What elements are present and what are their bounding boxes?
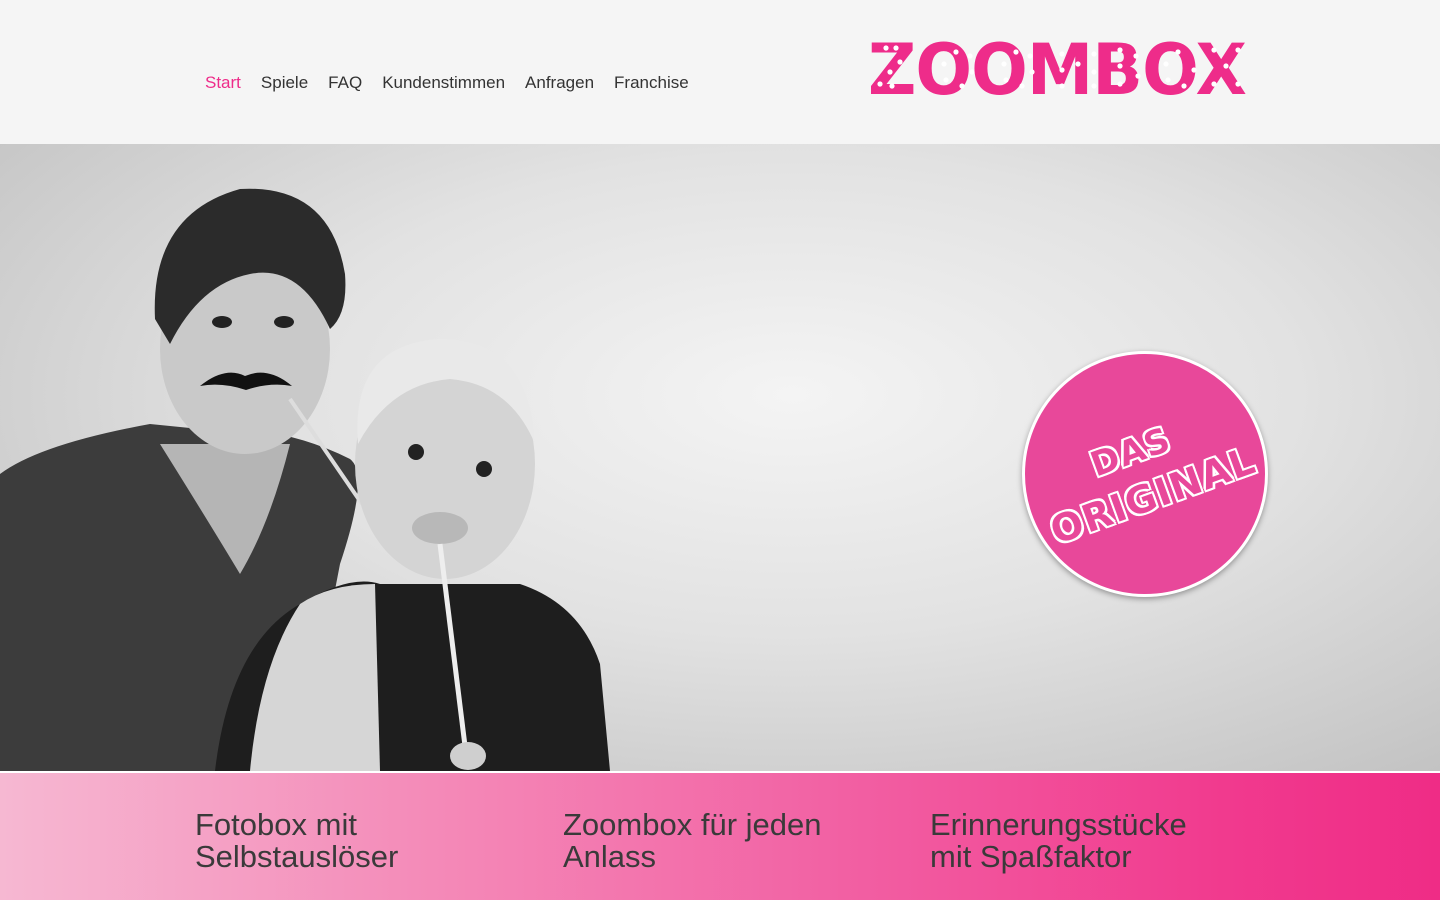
man-eye-left: [212, 316, 232, 328]
woman-hand: [450, 742, 486, 770]
lips-prop: [412, 512, 468, 544]
das-original-badge: DAS ORIGINAL: [1022, 351, 1268, 597]
nav-item-kundenstimmen[interactable]: Kundenstimmen: [382, 72, 505, 94]
hero-photo: DAS ORIGINAL: [0, 144, 1440, 771]
claim-3-line2: mit Spaßfaktor: [930, 839, 1132, 874]
claim-3: Erinnerungsstücke mit Spaßfaktor: [930, 809, 1230, 873]
claim-1: Fotobox mit Selbstauslöser: [195, 809, 495, 873]
claim-2-line2: Anlass: [563, 839, 657, 874]
nav-item-start[interactable]: Start: [205, 72, 241, 94]
claim-2: Zoombox für jeden Anlass: [563, 809, 863, 873]
site-header: Start Spiele FAQ Kundenstimmen Anfragen …: [0, 0, 1440, 144]
logo-text: ZOOMBOX: [868, 34, 1246, 102]
nav-item-franchise[interactable]: Franchise: [614, 72, 689, 94]
claim-1-line2: Selbstauslöser: [195, 839, 399, 874]
zoombox-logo[interactable]: ZOOMBOX: [866, 34, 1248, 102]
claim-3-line1: Erinnerungsstücke: [930, 807, 1187, 842]
nav-item-spiele[interactable]: Spiele: [261, 72, 308, 94]
woman-eye-right: [476, 461, 492, 477]
claim-2-line1: Zoombox für jeden: [563, 807, 822, 842]
claim-1-line1: Fotobox mit: [195, 807, 357, 842]
nav-item-anfragen[interactable]: Anfragen: [525, 72, 594, 94]
man-eye-right: [274, 316, 294, 328]
woman-eye-left: [408, 444, 424, 460]
nav-item-faq[interactable]: FAQ: [328, 72, 362, 94]
main-nav: Start Spiele FAQ Kundenstimmen Anfragen …: [205, 72, 689, 94]
claims-band: Fotobox mit Selbstauslöser Zoombox für j…: [0, 771, 1440, 900]
